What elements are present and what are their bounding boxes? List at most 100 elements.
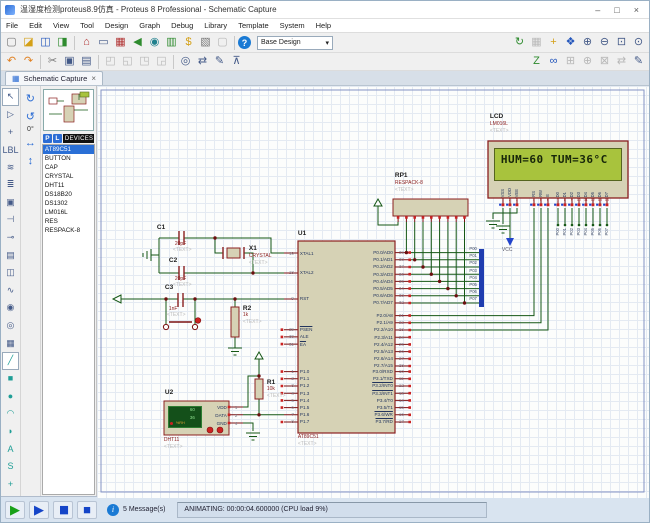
- device-item[interactable]: DHT11: [43, 181, 94, 190]
- 2d-tool-icon[interactable]: ■: [2, 370, 19, 388]
- 2d-tool-icon[interactable]: ●: [2, 387, 19, 405]
- library-button[interactable]: L: [52, 134, 62, 143]
- zoom-all-icon[interactable]: ⊙: [630, 35, 647, 51]
- zoom-out-icon[interactable]: ⊖: [596, 35, 613, 51]
- save-icon[interactable]: ◫: [37, 35, 54, 51]
- search-icon[interactable]: ∞: [545, 54, 562, 70]
- tab-close-icon[interactable]: ×: [91, 74, 96, 83]
- minimize-button[interactable]: –: [595, 5, 600, 15]
- pcb-layout-icon[interactable]: ▦: [112, 35, 129, 51]
- mode-tool-icon[interactable]: ⊣: [2, 211, 19, 229]
- edit-tool-icon[interactable]: ✎: [211, 54, 228, 70]
- net-label[interactable]: P06: [597, 228, 602, 235]
- c2-ref[interactable]: C2: [169, 257, 177, 264]
- net-label[interactable]: P03: [469, 268, 476, 273]
- block-move-icon[interactable]: ◱: [119, 54, 136, 70]
- menu-item[interactable]: Graph: [139, 21, 160, 30]
- mode-tool-icon[interactable]: ↖: [1, 88, 19, 106]
- lcd-ref[interactable]: LCD: [490, 113, 503, 120]
- c1-ref[interactable]: C1: [157, 224, 165, 231]
- close-button[interactable]: ×: [634, 5, 639, 15]
- add-icon[interactable]: ⊕: [579, 54, 596, 70]
- design-selector[interactable]: Base Design ▾: [257, 35, 333, 50]
- pause-button[interactable]: ▮▮: [53, 500, 73, 519]
- net-label[interactable]: P04: [583, 228, 588, 235]
- mode-tool-icon[interactable]: ▣: [2, 194, 19, 212]
- property-icon[interactable]: ⊞: [562, 54, 579, 70]
- open-icon[interactable]: ◪: [20, 35, 37, 51]
- undo-icon[interactable]: ↶: [3, 54, 20, 70]
- net-label[interactable]: P07: [469, 296, 476, 301]
- help-icon[interactable]: ?: [238, 36, 251, 49]
- block-rotate-icon[interactable]: ◳: [136, 54, 153, 70]
- net-label[interactable]: P07: [604, 228, 609, 235]
- zoom-tool-icon[interactable]: ◎: [177, 54, 194, 70]
- menu-item[interactable]: File: [6, 21, 18, 30]
- x1-ref[interactable]: X1: [249, 245, 257, 252]
- device-item[interactable]: CRYSTAL: [43, 172, 94, 181]
- grid-toggle-icon[interactable]: ▦: [528, 35, 545, 51]
- device-item[interactable]: RES: [43, 217, 94, 226]
- 2d-tool-icon[interactable]: ╱: [1, 351, 19, 370]
- mode-tool-icon[interactable]: ◫: [2, 264, 19, 282]
- 3d-viewer-icon[interactable]: ◉: [146, 35, 163, 51]
- electra-icon[interactable]: ▧: [197, 35, 214, 51]
- menu-item[interactable]: Design: [105, 21, 128, 30]
- zoom-area-icon[interactable]: ⊡: [613, 35, 630, 51]
- net-label[interactable]: P05: [590, 228, 595, 235]
- schematic-canvas[interactable]: LCD LM016L <TEXT> HUM=60 TUM=36°C VSS VDD…: [96, 86, 649, 498]
- origin-icon[interactable]: +: [545, 35, 562, 51]
- copy-icon[interactable]: ▣: [61, 54, 78, 70]
- net-label[interactable]: P00: [469, 246, 476, 251]
- paste-icon[interactable]: ▤: [78, 54, 95, 70]
- schematic-capture-icon[interactable]: ▭: [95, 35, 112, 51]
- mode-tool-icon[interactable]: ▦: [2, 334, 19, 352]
- home-icon[interactable]: ⌂: [78, 35, 95, 51]
- c3-ref[interactable]: C3: [165, 284, 173, 291]
- mode-tool-icon[interactable]: ◉: [2, 299, 19, 317]
- mode-tool-icon[interactable]: ∿: [2, 282, 19, 300]
- pick-devices-button[interactable]: P: [42, 134, 52, 143]
- menu-item[interactable]: Edit: [29, 21, 42, 30]
- simulate-icon[interactable]: ◀: [129, 35, 146, 51]
- mode-tool-icon[interactable]: ◎: [2, 317, 19, 335]
- tab-schematic-capture[interactable]: ▦ Schematic Capture ×: [5, 71, 104, 85]
- device-item[interactable]: BUTTON: [43, 154, 94, 163]
- mode-tool-icon[interactable]: +: [2, 123, 19, 141]
- stop-button[interactable]: ■: [77, 500, 97, 519]
- redo-icon[interactable]: ↷: [20, 54, 37, 70]
- net-label[interactable]: P05: [469, 282, 476, 287]
- 2d-tool-icon[interactable]: A: [2, 440, 19, 458]
- u1-ref[interactable]: U1: [298, 230, 306, 237]
- edit-pen-icon[interactable]: ✎: [630, 54, 647, 70]
- rotate-cw-icon[interactable]: ↻: [22, 90, 38, 106]
- device-item[interactable]: DS18B20: [43, 190, 94, 199]
- rotate-ccw-icon[interactable]: ↺: [22, 108, 38, 124]
- cleanup-icon[interactable]: ⊼: [228, 54, 245, 70]
- device-item[interactable]: DS1302: [43, 199, 94, 208]
- mode-tool-icon[interactable]: ▷: [2, 106, 19, 124]
- route-mode-icon[interactable]: Z: [528, 54, 545, 70]
- design-explorer-icon[interactable]: ▥: [163, 35, 180, 51]
- info-icon[interactable]: i: [107, 503, 119, 516]
- mode-tool-icon[interactable]: LBL: [2, 141, 19, 159]
- net-label[interactable]: P02: [469, 260, 476, 265]
- menu-item[interactable]: System: [280, 21, 305, 30]
- wire-autorouter-icon[interactable]: ⇄: [194, 54, 211, 70]
- net-label[interactable]: P00: [555, 228, 560, 235]
- net-label[interactable]: P04: [469, 275, 476, 280]
- step-button[interactable]: ▶: [29, 500, 49, 519]
- device-item[interactable]: AT89C51: [42, 145, 94, 154]
- menu-item[interactable]: Help: [316, 21, 331, 30]
- menu-item[interactable]: View: [53, 21, 69, 30]
- message-count[interactable]: 5 Message(s): [123, 506, 165, 513]
- net-label[interactable]: P03: [576, 228, 581, 235]
- mode-tool-icon[interactable]: ≋: [2, 158, 19, 176]
- u2-ref[interactable]: U2: [165, 389, 173, 396]
- mirror-v-icon[interactable]: ↕: [22, 153, 38, 169]
- play-button[interactable]: ▶: [5, 500, 25, 519]
- bom-icon[interactable]: $: [180, 35, 197, 51]
- block-copy-icon[interactable]: ◰: [102, 54, 119, 70]
- net-label[interactable]: P01: [562, 228, 567, 235]
- maximize-button[interactable]: □: [614, 5, 619, 15]
